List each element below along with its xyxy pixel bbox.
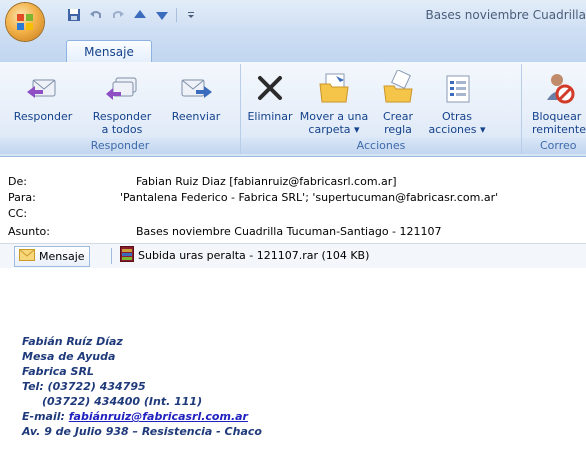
delete-button[interactable]: Eliminar	[243, 68, 297, 123]
move-folder-icon	[314, 68, 354, 108]
forward-button[interactable]: Reenviar	[166, 68, 226, 123]
redo-icon[interactable]	[110, 7, 126, 23]
signature-email-link[interactable]: fabiánruiz@fabricasrl.com.ar	[69, 410, 248, 423]
title-bar: Bases noviembre Cuadrilla	[0, 0, 586, 30]
group-label-correo: Correo	[522, 138, 586, 154]
signature-name: Fabián Ruíz Díaz	[22, 335, 123, 348]
signature-company: Fabrica SRL	[22, 365, 94, 378]
delete-x-icon	[250, 68, 290, 108]
group-correo: Bloquear remitente Correo	[522, 64, 586, 154]
from-label: De:	[8, 174, 27, 188]
qat-separator	[176, 8, 177, 22]
reply-button[interactable]: Responder	[2, 68, 84, 123]
signature-role: Mesa de Ayuda	[22, 350, 116, 363]
create-rule-icon	[378, 68, 418, 108]
reply-all-button[interactable]: Responder a todos	[82, 68, 162, 136]
attachments-bar: Mensaje Subida uras peralta - 121107.rar…	[0, 243, 586, 269]
move-to-folder-button[interactable]: Mover a una carpeta ▾	[295, 68, 373, 136]
signature-tel1: Tel: (03722) 434795	[22, 380, 146, 393]
subject-label: Asunto:	[8, 224, 50, 238]
attachments-separator	[111, 248, 112, 264]
signature-email-line: E-mail: fabiánruiz@fabricasrl.com.ar	[22, 409, 262, 424]
envelope-icon	[19, 249, 35, 264]
signature-address: Av. 9 de Julio 938 – Resistencia - Chaco	[22, 425, 262, 438]
group-acciones: Eliminar Mover a una carpeta ▾ Crear reg…	[241, 64, 522, 154]
signature-email-label: E-mail:	[22, 410, 69, 423]
to-value[interactable]: 'Pantalena Federico - Fabrica SRL'; 'sup…	[120, 191, 498, 204]
tab-mensaje[interactable]: Mensaje	[66, 40, 152, 63]
office-logo-icon	[17, 14, 33, 30]
arrow-down-icon[interactable]	[154, 7, 170, 23]
cc-label: CC:	[8, 206, 28, 220]
group-label-responder: Responder	[0, 138, 240, 154]
attachment-file-label: Subida uras peralta - 121107.rar (104 KB…	[138, 249, 370, 262]
signature-tel2: (03722) 434400 (Int. 111)	[42, 395, 203, 408]
customize-qat-icon[interactable]	[183, 7, 199, 23]
message-tab-label: Mensaje	[39, 250, 85, 263]
save-icon[interactable]	[66, 7, 82, 23]
other-actions-button[interactable]: Otras acciones ▾	[423, 68, 491, 136]
reply-icon	[23, 68, 63, 108]
subject-value: Bases noviembre Cuadrilla Tucuman-Santia…	[136, 224, 442, 238]
forward-icon	[176, 68, 216, 108]
create-rule-button[interactable]: Crear regla	[373, 68, 423, 136]
group-label-acciones: Acciones	[241, 138, 521, 154]
rar-archive-icon	[120, 246, 134, 265]
attachment-file[interactable]: Subida uras peralta - 121107.rar (104 KB…	[118, 246, 371, 265]
undo-icon[interactable]	[88, 7, 104, 23]
block-sender-icon	[539, 68, 579, 108]
signature-block: Fabián Ruíz Díaz Mesa de Ayuda Fabrica S…	[22, 334, 262, 439]
window-title: Bases noviembre Cuadrilla	[425, 8, 586, 22]
ribbon: Responder Responder a todos Reenviar Res…	[0, 62, 586, 157]
to-label: Para:	[8, 190, 36, 204]
from-value[interactable]: Fabian Ruiz Diaz [fabianruiz@fabricasrl.…	[136, 175, 397, 188]
reply-all-icon	[102, 68, 142, 108]
ribbon-tab-strip: Mensaje	[0, 30, 586, 63]
office-button[interactable]	[6, 3, 44, 41]
block-sender-button[interactable]: Bloquear remitente	[524, 68, 586, 136]
message-tab[interactable]: Mensaje	[14, 246, 90, 267]
message-body[interactable]: Fabián Ruíz Díaz Mesa de Ayuda Fabrica S…	[0, 268, 586, 473]
other-actions-icon	[437, 68, 477, 108]
arrow-up-icon[interactable]	[132, 7, 148, 23]
quick-access-toolbar	[66, 6, 199, 24]
group-responder: Responder Responder a todos Reenviar Res…	[0, 64, 241, 154]
